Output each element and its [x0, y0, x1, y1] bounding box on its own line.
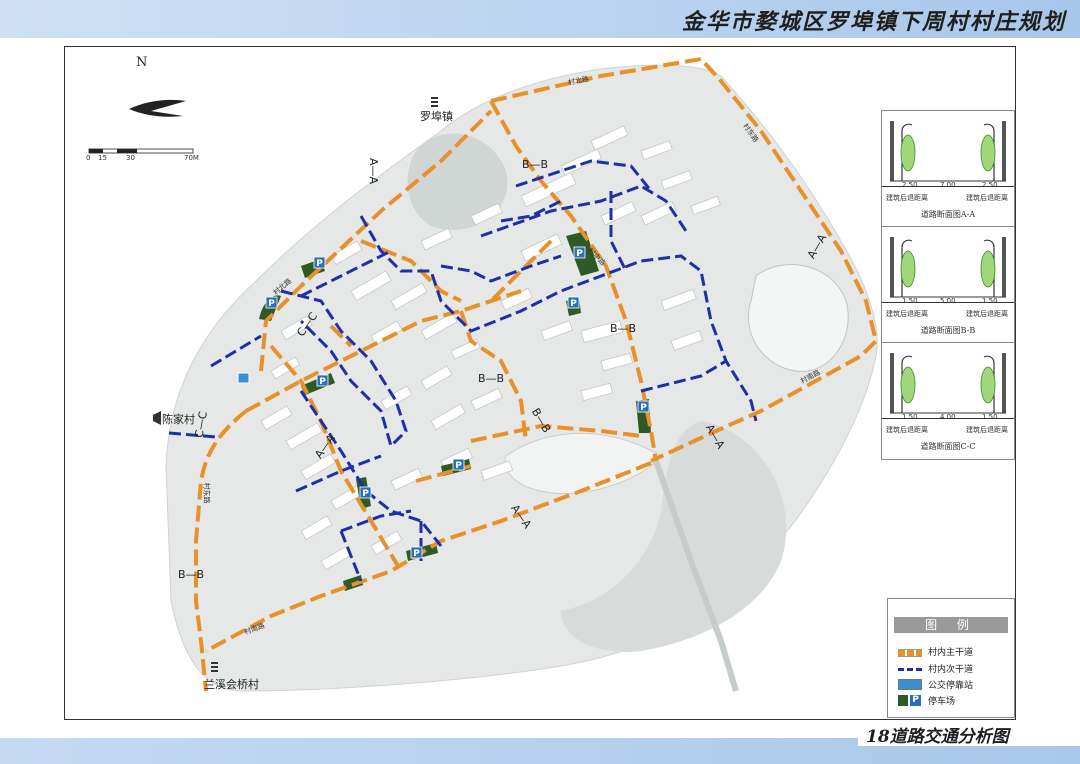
legend-title: 图 例: [894, 617, 1008, 633]
road-section-diagram: [890, 121, 1006, 182]
legend-item-secondary-road: 村内次干道: [898, 662, 1008, 676]
tree: [900, 366, 916, 404]
tree: [900, 134, 916, 172]
north-label: N: [136, 55, 148, 70]
section-caption: 道路断面图A-A: [920, 210, 976, 219]
section-dim: 1.50: [982, 297, 998, 305]
section-label: A—A: [367, 158, 380, 185]
section-caption: 道路断面图C-C: [920, 442, 976, 451]
scale-tick: 15: [98, 154, 107, 162]
section-label: B—B: [478, 372, 505, 385]
tree: [980, 250, 996, 288]
building-edge: [890, 237, 894, 297]
plan-title: 金华市婺城区罗埠镇下周村村庄规划: [681, 9, 1066, 35]
legend-label: 村内主干道: [928, 648, 974, 658]
section-dim: 1.50: [982, 413, 998, 421]
legend-item-parking: P 停车场: [898, 694, 1008, 708]
section-dim: 2.50: [982, 181, 998, 189]
place-marker-icon: [211, 662, 218, 672]
road-section-panel: 2.50 7.00 2.50 建筑后退距离 建筑后退距离道路断面图A-A: [881, 110, 1015, 228]
header-band: 金华市婺城区罗埠镇下周村村庄规划: [0, 0, 1080, 38]
main-road-swatch: [898, 649, 922, 657]
road-section-diagram: [890, 237, 1006, 298]
legend-item-main-road: 村内主干道: [898, 645, 1008, 659]
svg-text:P: P: [570, 299, 577, 309]
legend-label: 公交停靠站: [928, 681, 974, 691]
svg-text:P: P: [413, 549, 420, 559]
footer-title: 18道路交通分析图: [866, 727, 1009, 747]
parking-sign-icon: P: [910, 695, 921, 706]
legend-label: 村内次干道: [928, 665, 974, 675]
section-setback-label: 建筑后退距离: [886, 194, 928, 202]
svg-text:P: P: [319, 377, 326, 387]
section-setback-label: 建筑后退距离: [966, 310, 1008, 318]
parking-sign-icon: P: [567, 296, 580, 309]
map-canvas: P P P P P P P P P: [88, 56, 879, 692]
scale-bar: [88, 148, 194, 154]
parking-icon: [898, 695, 908, 706]
legend-label: 停车场: [928, 697, 956, 707]
place-marker-icon: [153, 411, 161, 425]
building-edge: [1002, 121, 1006, 181]
bus-stop-icon: [237, 372, 250, 384]
scale-tick: 0: [86, 154, 91, 162]
svg-text:P: P: [268, 299, 275, 309]
secondary-road-swatch: [898, 668, 922, 671]
section-dim: 1.50: [902, 297, 918, 305]
place-label-chenjia: 陈家村: [162, 413, 195, 426]
section-label: B—B: [178, 568, 205, 581]
section-dim: 1.50: [902, 413, 918, 421]
tree: [980, 366, 996, 404]
scale-tick: 70M: [184, 154, 199, 162]
parking-sign-icon: P: [313, 256, 326, 269]
road-section-panel: 1.50 5.00 1.50 建筑后退距离 建筑后退距离道路断面图B-B: [881, 226, 1015, 344]
tree: [980, 134, 996, 172]
parking-sign-icon: P: [316, 374, 329, 387]
legend: 图 例 村内主干道 村内次干道 公交停靠站 P 停车场: [887, 598, 1015, 718]
section-label: B—B: [522, 158, 549, 171]
parking-sign-icon: P: [573, 246, 586, 259]
map-frame: P P P P P P P P P: [64, 46, 1016, 720]
building-edge: [890, 121, 894, 181]
parking-sign-icon: P: [359, 486, 372, 499]
section-setback-label: 建筑后退距离: [966, 194, 1008, 202]
road-name: 村东路: [202, 482, 211, 504]
road-section-panel: 1.50 4.00 1.50 建筑后退距离 建筑后退距离道路断面图C-C: [881, 342, 1015, 460]
section-dim: 4.00: [940, 413, 956, 421]
svg-text:P: P: [455, 461, 462, 471]
parking-sign-icon: P: [265, 296, 278, 309]
building-edge: [1002, 353, 1006, 413]
parking-sign-icon: P: [452, 458, 465, 471]
section-dim: 2.50: [902, 181, 918, 189]
section-setback-label: 建筑后退距离: [886, 310, 928, 318]
section-dim: 7.00: [940, 181, 956, 189]
svg-text:P: P: [362, 489, 369, 499]
place-label-lanxi: 兰溪会桥村: [204, 678, 259, 691]
parking-sign-icon: P: [410, 546, 423, 559]
bus-stop-icon: [898, 679, 922, 690]
section-dim: 5.00: [940, 297, 956, 305]
section-label: B—B: [610, 322, 637, 335]
building-edge: [890, 353, 894, 413]
section-setback-label: 建筑后退距离: [966, 426, 1008, 434]
scale-tick: 30: [126, 154, 135, 162]
road-section-diagram: [890, 353, 1006, 414]
svg-text:P: P: [316, 259, 323, 269]
place-label-luobu: 罗埠镇: [420, 110, 453, 123]
tree: [900, 250, 916, 288]
building-edge: [1002, 237, 1006, 297]
section-caption: 道路断面图B-B: [920, 326, 976, 335]
svg-text:P: P: [576, 249, 583, 259]
legend-item-bus-stop: 公交停靠站: [898, 678, 1008, 692]
section-setback-label: 建筑后退距离: [886, 426, 928, 434]
place-marker-icon: [431, 97, 438, 107]
parking-sign-icon: P: [637, 400, 650, 413]
north-arrow-icon: [129, 99, 186, 117]
svg-text:P: P: [640, 403, 647, 413]
